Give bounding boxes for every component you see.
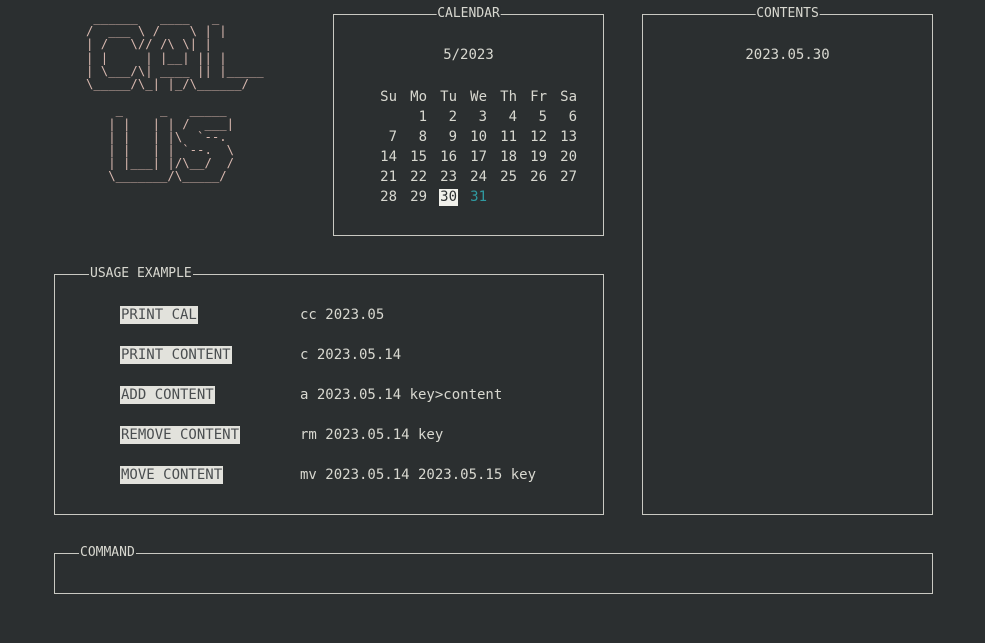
calendar-day[interactable]: 25 [488, 167, 518, 187]
calendar-day[interactable]: 12 [518, 127, 548, 147]
usage-label: PRINT CAL [120, 306, 198, 324]
calendar-month: 5/2023 [443, 47, 494, 63]
calendar-day[interactable]: 14 [368, 147, 398, 167]
command-panel: COMMAND [54, 545, 933, 594]
calendar-panel: CALENDAR 5/2023 Su Mo Tu We Th Fr Sa 1 2… [333, 6, 604, 236]
weekday-label: Mo [410, 89, 427, 105]
calendar-week: 21 22 23 24 25 26 27 [368, 167, 578, 187]
calendar-day[interactable]: 16 [428, 147, 458, 167]
calendar-day[interactable]: 21 [368, 167, 398, 187]
calendar-title: CALENDAR [436, 6, 501, 22]
calendar-day[interactable] [548, 187, 578, 207]
calendar-weekday-header: Su Mo Tu We Th Fr Sa [368, 87, 578, 107]
weekday-label: Su [380, 89, 397, 105]
usage-panel: USAGE EXAMPLE PRINT CAL cc 2023.05 PRINT… [54, 266, 604, 515]
weekday-label: Sa [560, 89, 577, 105]
calendar-week: 1 2 3 4 5 6 [368, 107, 578, 127]
usage-command: c 2023.05.14 [300, 347, 402, 363]
command-title: COMMAND [79, 545, 136, 561]
calendar-day[interactable]: 18 [488, 147, 518, 167]
calendar-day[interactable]: 24 [458, 167, 488, 187]
calendar-day[interactable]: 10 [458, 127, 488, 147]
usage-label: MOVE CONTENT [120, 466, 224, 484]
terminal-screen: ______ ____ _ / ___ \ / \ | | | / \// /\… [0, 0, 985, 643]
calendar-day[interactable]: 26 [518, 167, 548, 187]
calendar-day[interactable]: 29 [398, 187, 428, 207]
app-logo-ascii: ______ ____ _ / ___ \ / \ | | | / \// /\… [86, 11, 264, 184]
calendar-day[interactable]: 27 [548, 167, 578, 187]
calendar-day[interactable]: 2 [428, 107, 458, 127]
contents-item[interactable]: 2023.05.30 [643, 47, 932, 63]
weekday-label: Th [500, 89, 517, 105]
calendar-day[interactable] [488, 187, 518, 207]
calendar-day[interactable]: 28 [368, 187, 398, 207]
calendar-day[interactable]: 19 [518, 147, 548, 167]
calendar-day[interactable]: 23 [428, 167, 458, 187]
calendar-day[interactable]: 1 [398, 107, 428, 127]
calendar-day[interactable]: 3 [458, 107, 488, 127]
calendar-day-today[interactable]: 30 [428, 187, 458, 207]
calendar-week: 14 15 16 17 18 19 20 [368, 147, 578, 167]
usage-command: cc 2023.05 [300, 307, 385, 323]
calendar-day[interactable]: 17 [458, 147, 488, 167]
weekday-label: Tu [440, 89, 457, 105]
calendar-day[interactable]: 13 [548, 127, 578, 147]
contents-title: CONTENTS [755, 6, 820, 22]
weekday-label: Fr [530, 89, 547, 105]
usage-command: rm 2023.05.14 key [300, 427, 444, 443]
calendar-day[interactable]: 8 [398, 127, 428, 147]
command-input[interactable] [63, 562, 927, 586]
calendar-day-upcoming[interactable]: 31 [458, 187, 488, 207]
usage-label: PRINT CONTENT [120, 346, 232, 364]
calendar-day[interactable]: 20 [548, 147, 578, 167]
calendar-week: 7 8 9 10 11 12 13 [368, 127, 578, 147]
calendar-day[interactable]: 22 [398, 167, 428, 187]
contents-panel: CONTENTS 2023.05.30 [642, 6, 933, 515]
calendar-grid: Su Mo Tu We Th Fr Sa 1 2 3 4 5 6 7 8 9 1… [368, 87, 578, 207]
calendar-day[interactable]: 4 [488, 107, 518, 127]
weekday-label: We [470, 89, 487, 105]
calendar-day[interactable]: 5 [518, 107, 548, 127]
usage-title: USAGE EXAMPLE [89, 266, 193, 282]
usage-command: mv 2023.05.14 2023.05.15 key [300, 467, 537, 483]
calendar-week: 28 29 30 31 [368, 187, 578, 207]
calendar-day[interactable]: 7 [368, 127, 398, 147]
calendar-day[interactable]: 9 [428, 127, 458, 147]
usage-command: a 2023.05.14 key>content [300, 387, 503, 403]
usage-label: REMOVE CONTENT [120, 426, 241, 444]
calendar-day[interactable]: 6 [548, 107, 578, 127]
calendar-day[interactable] [368, 107, 398, 127]
calendar-day[interactable]: 11 [488, 127, 518, 147]
usage-label: ADD CONTENT [120, 386, 215, 404]
calendar-day[interactable] [518, 187, 548, 207]
calendar-day[interactable]: 15 [398, 147, 428, 167]
